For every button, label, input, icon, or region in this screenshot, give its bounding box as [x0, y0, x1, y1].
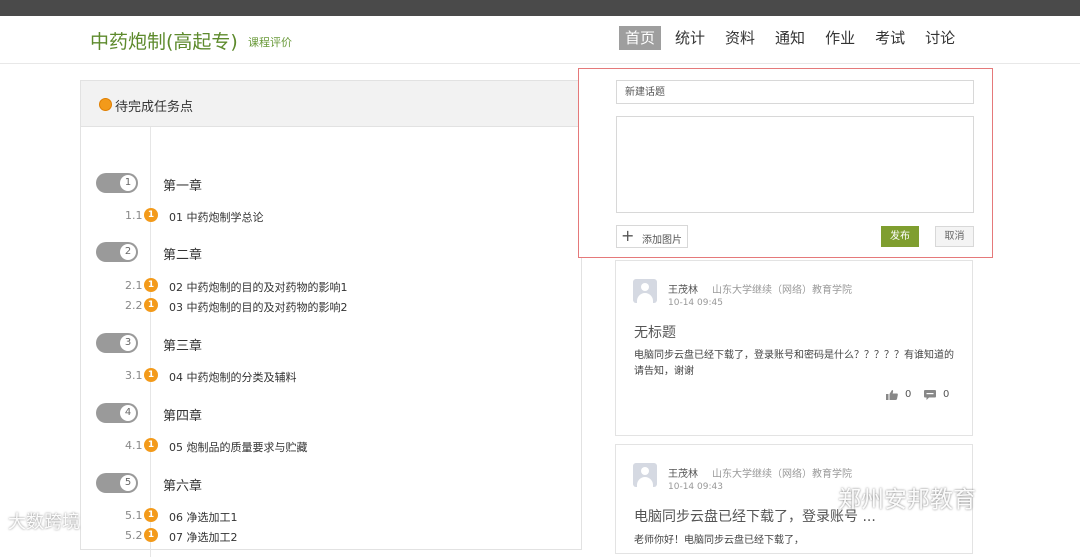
chapter-title[interactable]: 第二章 — [163, 244, 202, 263]
chapter-title[interactable]: 第三章 — [163, 335, 202, 354]
lesson-link[interactable]: 01 中药炮制学总论 — [169, 209, 264, 225]
chapter-title[interactable]: 第四章 — [163, 405, 202, 424]
chapter-number: 4 — [120, 405, 136, 421]
post-time: 10-14 09:43 — [668, 482, 723, 492]
chapter-toggle[interactable]: 4 — [96, 403, 138, 423]
chapter-number: 3 — [120, 335, 136, 351]
publish-button[interactable]: 发布 — [881, 226, 919, 247]
add-image-label: 添加图片 — [642, 235, 682, 246]
lesson-number: 4.1 — [125, 439, 143, 452]
lesson-link[interactable]: 02 中药炮制的目的及对药物的影响1 — [169, 279, 348, 295]
top-bar — [0, 0, 1080, 16]
chapter-number: 1 — [120, 175, 136, 191]
post-organization: 山东大学继续（网络）教育学院 — [712, 285, 852, 296]
chapter-toggle[interactable]: 2 — [96, 242, 138, 262]
pending-task-badge: 1 — [144, 368, 158, 382]
pending-task-badge: 1 — [144, 278, 158, 292]
topic-title-input[interactable] — [616, 80, 974, 104]
chapter-title[interactable]: 第一章 — [163, 175, 202, 194]
lesson-link[interactable]: 06 净选加工1 — [169, 509, 238, 525]
watermark-left: 大数跨境 — [8, 512, 80, 533]
pending-dot-icon — [99, 98, 112, 111]
chapter-toggle[interactable]: 1 — [96, 173, 138, 193]
course-title[interactable]: 中药炮制(高起专) — [90, 27, 238, 54]
lesson-link[interactable]: 05 炮制品的质量要求与贮藏 — [169, 439, 308, 455]
thumbs-up-icon[interactable] — [886, 390, 898, 400]
pending-task-badge: 1 — [144, 438, 158, 452]
add-image-button[interactable]: + 添加图片 — [616, 225, 688, 248]
avatar[interactable] — [633, 279, 657, 303]
nav-stats[interactable]: 统计 — [669, 26, 711, 50]
nav-materials[interactable]: 资料 — [719, 26, 761, 50]
post-body: 电脑同步云盘已经下载了，登录账号和密码是什么？？？？？有谁知道的请告知，谢谢 — [634, 350, 954, 377]
chapter-number: 5 — [120, 475, 136, 491]
post-time: 10-14 09:45 — [668, 298, 723, 308]
chapter-toggle[interactable]: 3 — [96, 333, 138, 353]
lesson-number: 3.1 — [125, 369, 143, 382]
discussion-post[interactable]: 王茂林 山东大学继续（网络）教育学院 10-14 09:45 无标题 电脑同步云… — [615, 260, 973, 436]
pending-task-badge: 1 — [144, 208, 158, 222]
task-panel-title: 待完成任务点 — [115, 100, 194, 115]
nav-home[interactable]: 首页 — [619, 26, 662, 50]
nav-exams[interactable]: 考试 — [869, 26, 911, 50]
lesson-number: 1.1 — [125, 209, 143, 222]
comment-icon[interactable] — [924, 390, 936, 400]
task-panel: 待完成任务点 1 第一章 1.1 1 01 中药炮制学总论 2 第二章 2.1 … — [80, 80, 583, 557]
comment-count: 0 — [943, 389, 950, 400]
timeline-line — [150, 127, 151, 557]
watermark-right: 郑州安邦教育 — [838, 487, 976, 513]
lesson-number: 5.2 — [125, 529, 143, 542]
pending-task-badge: 1 — [144, 298, 158, 312]
lesson-link[interactable]: 07 净选加工2 — [169, 529, 238, 545]
post-body: 老师你好！电脑同步云盘已经下载了， — [634, 535, 804, 546]
chapter-number: 2 — [120, 244, 136, 260]
nav-homework[interactable]: 作业 — [819, 26, 861, 50]
avatar[interactable] — [633, 463, 657, 487]
post-author[interactable]: 王茂林 — [668, 281, 698, 296]
cancel-button[interactable]: 取消 — [935, 226, 974, 247]
like-count: 0 — [905, 389, 912, 400]
task-panel-header: 待完成任务点 — [81, 81, 583, 127]
lesson-link[interactable]: 04 中药炮制的分类及辅料 — [169, 369, 297, 385]
lesson-number: 2.2 — [125, 299, 143, 312]
plus-icon: + — [621, 226, 635, 245]
nav-notices[interactable]: 通知 — [769, 26, 811, 50]
post-title[interactable]: 无标题 — [634, 322, 676, 342]
new-topic-form: + 添加图片 发布 取消 — [578, 68, 993, 258]
chapter-toggle[interactable]: 5 — [96, 473, 138, 493]
main-nav: 首页 统计 资料 通知 作业 考试 讨论 — [619, 26, 961, 50]
post-author[interactable]: 王茂林 — [668, 465, 698, 480]
lesson-number: 5.1 — [125, 509, 143, 522]
lesson-link[interactable]: 03 中药炮制的目的及对药物的影响2 — [169, 299, 348, 315]
lesson-number: 2.1 — [125, 279, 143, 292]
pending-task-badge: 1 — [144, 528, 158, 542]
chapter-title[interactable]: 第六章 — [163, 475, 202, 494]
course-header: 中药炮制(高起专) 课程评价 首页 统计 资料 通知 作业 考试 讨论 — [0, 16, 1080, 64]
nav-discussion[interactable]: 讨论 — [919, 26, 961, 50]
topic-body-textarea[interactable] — [616, 116, 974, 213]
post-organization: 山东大学继续（网络）教育学院 — [712, 469, 852, 480]
course-review-link[interactable]: 课程评价 — [248, 34, 292, 50]
pending-task-badge: 1 — [144, 508, 158, 522]
